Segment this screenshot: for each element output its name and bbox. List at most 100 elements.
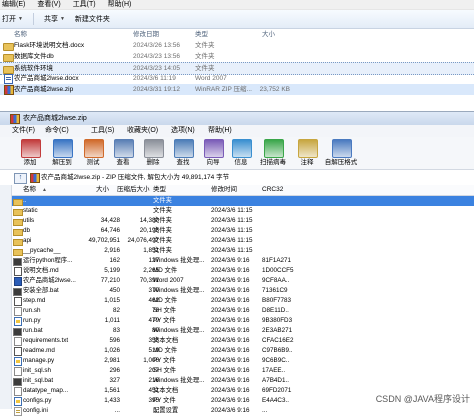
archive-row[interactable]: run.bat 83 80 Windows 批处理... 2024/3/6 9:16 2E… <box>12 326 474 336</box>
menu-view[interactable]: 查看(V) <box>37 0 60 9</box>
file-icon <box>14 367 22 376</box>
archive-cell-name: 运行python程序... <box>23 257 73 264</box>
menu-tools[interactable]: 工具(S) <box>91 125 114 137</box>
archive-cell-type: Windows 批处理... <box>153 257 205 264</box>
test-icon <box>84 139 104 158</box>
archive-cell-modified: 2024/3/6 9:16 <box>211 387 250 394</box>
archive-row[interactable]: run.sh 82 78 SH 文件 2024/3/6 9:16 D8E11D.. <box>12 306 474 316</box>
archive-cell-modified: 2024/3/6 9:16 <box>211 317 250 324</box>
archive-cell-size: 1,011 <box>104 317 120 324</box>
archive-cell-modified: 2024/3/6 9:16 <box>211 327 250 334</box>
archive-cell-name: requirements.txt <box>23 337 69 344</box>
col-type[interactable]: 类型 <box>195 29 208 40</box>
archive-cell-name: .. <box>23 197 27 204</box>
archive-row[interactable]: .. 文件夹 <box>12 196 474 206</box>
archive-row[interactable]: 安装全部.bat 450 370 Windows 批处理... 2024/3/6 9:1… <box>12 286 474 296</box>
archive-cell-size: 83 <box>112 327 120 334</box>
archive-cell-name: manage.py <box>23 357 55 364</box>
archive-cell-crc: 1D00CCF5 <box>262 267 294 274</box>
explorer-row[interactable]: 数据库文件db 2024/3/23 13:56 文件夹 <box>0 51 474 62</box>
toolbar-button-sfx[interactable]: 自解压格式 <box>325 138 357 168</box>
menu-options[interactable]: 选项(N) <box>171 125 195 137</box>
up-folder-button[interactable]: ↑ <box>14 173 27 184</box>
archive-cell-type: MD 文件 <box>153 347 178 354</box>
archive-cell-type: 文本文档 <box>153 387 179 394</box>
explorer-row[interactable]: 农产品商城2lwse.docx 2024/3/6 11:19 Word 2007 <box>0 73 474 84</box>
col-type[interactable]: 类型 <box>153 185 166 195</box>
menu-tools[interactable]: 工具(T) <box>73 0 96 9</box>
archive-cell-crc: 81F1A271 <box>262 257 292 264</box>
open-label: 打开 <box>2 16 16 23</box>
zip-icon <box>10 113 20 124</box>
folder-icon <box>3 54 14 62</box>
archive-row[interactable]: db 64,746 20,195 文件夹 2024/3/6 11:15 <box>12 226 474 236</box>
winrar-titlebar[interactable]: 农产品商城2lwse.zip <box>0 112 474 125</box>
col-packed[interactable]: 压缩后大小 <box>117 185 150 195</box>
col-size[interactable]: 大小 <box>262 29 275 40</box>
archive-cell-size: 1,015 <box>104 297 120 304</box>
archive-cell-type: 文件夹 <box>153 197 172 204</box>
zip-icon <box>30 173 40 183</box>
toolbar-button-scan[interactable]: 扫描病毒 <box>258 138 288 168</box>
archive-row[interactable]: utils 34,428 14,380 文件夹 2024/3/6 11:15 <box>12 216 474 226</box>
archive-cell-type: PY 文件 <box>153 357 176 364</box>
archive-cell-crc: 9C6B9C.. <box>262 357 290 364</box>
toolbar-divider <box>32 13 34 25</box>
new-folder-button[interactable]: 新建文件夹 <box>75 14 110 24</box>
archive-row[interactable]: api 49,702,951 24,076,497 文件夹 2024/3/6 11:15 <box>12 236 474 246</box>
markdown-file-icon <box>14 347 22 356</box>
share-button[interactable]: 共享 ▼ <box>44 14 65 24</box>
archive-row[interactable]: init_sql.bat 327 216 Windows 批处理... 2024/3/6… <box>12 376 474 386</box>
archive-cell-name: init_sql.sh <box>23 367 52 374</box>
folder-icon <box>13 229 23 236</box>
archive-row[interactable]: requirements.txt 596 355 文本文档 2024/3/6 9:16 C… <box>12 336 474 346</box>
archive-row[interactable]: 运行python程序... 162 127 Windows 批处理... 2024/3/… <box>12 256 474 266</box>
archive-cell-type: SH 文件 <box>153 307 177 314</box>
archive-cell-type: MD 文件 <box>153 297 178 304</box>
toolbar-button-comment[interactable]: 注释 <box>292 138 322 168</box>
archive-cell-modified: 2024/3/6 11:15 <box>211 227 253 234</box>
open-button[interactable]: 打开 ▼ <box>2 14 23 24</box>
archive-row[interactable]: static 文件夹 2024/3/6 11:15 <box>12 206 474 216</box>
archive-cell-type: MD 文件 <box>153 267 178 274</box>
archive-cell-modified: 2024/3/6 9:16 <box>211 287 250 294</box>
archive-cell-type: Windows 批处理... <box>153 287 205 294</box>
archive-cell-size: 64,746 <box>100 227 120 234</box>
archive-row[interactable]: step.md 1,015 462 MD 文件 2024/3/6 9:16 B80F778… <box>12 296 474 306</box>
col-name[interactable]: 名称 <box>14 29 27 40</box>
archive-row[interactable]: __pycache__ 2,916 1,851 文件夹 2024/3/6 11:15 <box>12 246 474 256</box>
col-date[interactable]: 修改日期 <box>133 29 159 40</box>
archive-cell-name: init_sql.bat <box>23 377 54 384</box>
archive-row[interactable]: run.py 1,011 479 PY 文件 2024/3/6 9:16 9B380FD3 <box>12 316 474 326</box>
batch-file-icon <box>13 378 22 386</box>
menu-help[interactable]: 帮助(H) <box>208 125 232 137</box>
menu-favorites[interactable]: 收藏夹(O) <box>127 125 158 137</box>
archive-row[interactable]: readme.md 1,026 519 MD 文件 2024/3/6 9:16 C97B6… <box>12 346 474 356</box>
archive-cell-crc: D8E11D.. <box>262 307 289 314</box>
menu-command[interactable]: 命令(C) <box>45 125 69 137</box>
archive-row[interactable]: manage.py 2,981 1,006 PY 文件 2024/3/6 9:16 9C6… <box>12 356 474 366</box>
col-crc[interactable]: CRC32 <box>262 185 283 195</box>
explorer-cell-name: 农产品商城2lwse.zip <box>14 86 74 93</box>
archive-cell-crc: 69FD2071 <box>262 387 292 394</box>
archive-row[interactable]: 农产品商城2lwse... 77,210 70,391 Word 2007 2024/3… <box>12 276 474 286</box>
sort-up-icon: ▲ <box>42 187 47 193</box>
menu-help[interactable]: 帮助(H) <box>108 0 132 9</box>
explorer-row[interactable]: Flask环境说明文档.docx 2024/3/26 13:56 文件夹 <box>0 40 474 51</box>
explorer-column-header: 名称 修改日期 类型 大小 <box>0 29 474 40</box>
menu-file[interactable]: 文件(F) <box>12 125 35 137</box>
archive-row[interactable]: 说明文档.md 5,199 2,265 MD 文件 2024/3/6 9:16 1D00C… <box>12 266 474 276</box>
explorer-cell-date: 2024/3/26 13:56 <box>133 42 180 49</box>
archive-row[interactable]: init_sql.sh 296 207 SH 文件 2024/3/6 9:16 17AEE… <box>12 366 474 376</box>
explorer-row[interactable]: 农产品商城2lwse.zip 2024/3/31 19:12 WinRAR ZIP … <box>0 84 474 95</box>
share-label: 共享 <box>43 16 58 23</box>
archive-cell-type: PY 文件 <box>153 397 176 404</box>
archive-cell-modified: 2024/3/6 9:16 <box>211 367 250 374</box>
col-size[interactable]: 大小 <box>96 185 109 195</box>
menu-edit[interactable]: 编辑(E) <box>2 0 25 9</box>
archive-cell-type: SH 文件 <box>153 367 177 374</box>
archive-path: 农产品商城2lwse.zip - ZIP 压缩文件, 解包大小为 49,891,… <box>41 174 230 181</box>
col-modified[interactable]: 修改时间 <box>211 185 237 195</box>
archive-cell-name: static <box>23 207 38 214</box>
col-name[interactable]: 名称 <box>23 185 36 195</box>
